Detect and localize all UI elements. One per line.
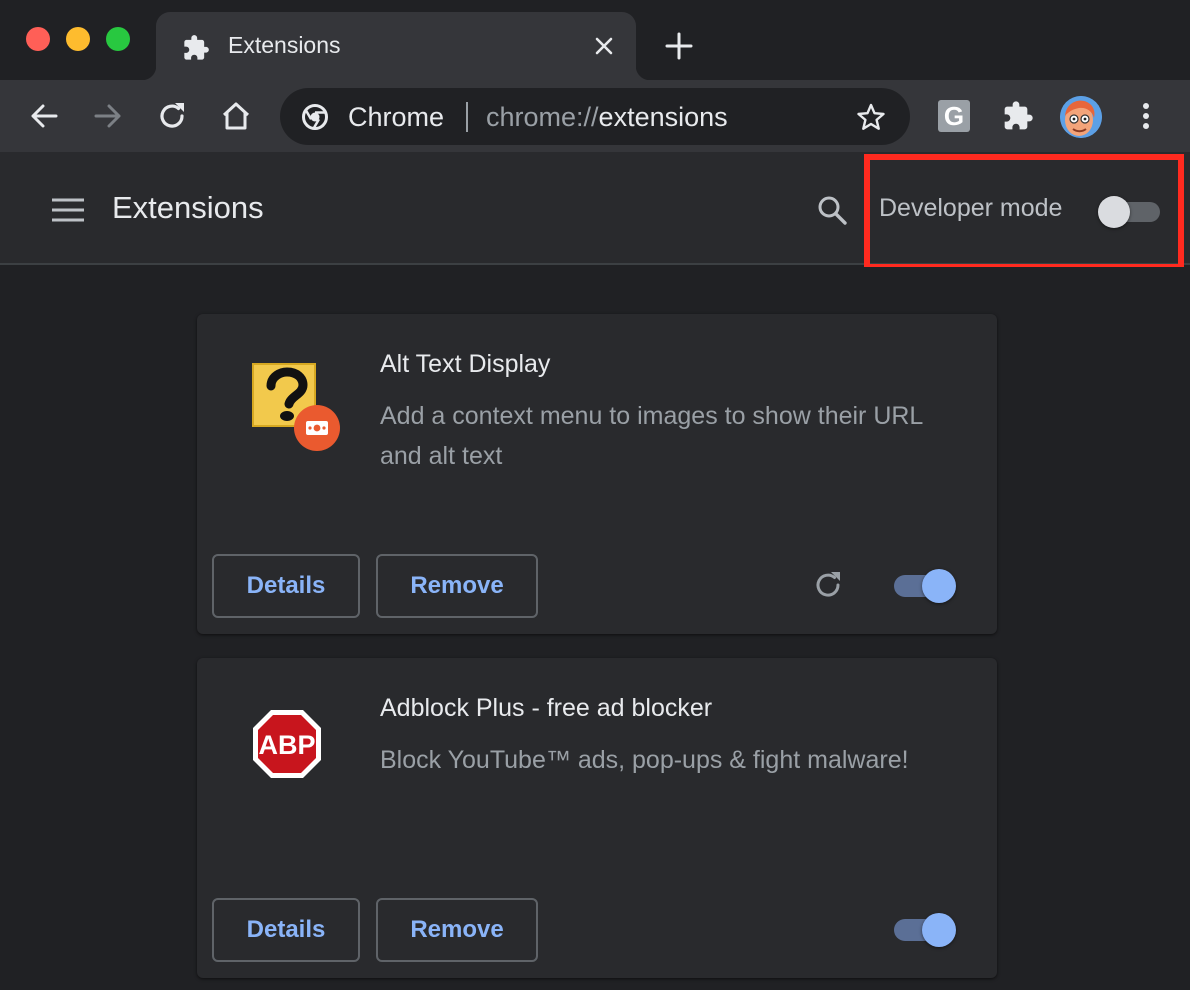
browser-toolbar: Chrome chrome://extensions G <box>0 80 1190 152</box>
search-icon[interactable] <box>816 194 848 226</box>
question-mark-image-icon <box>252 363 340 451</box>
tab-extensions[interactable]: Extensions <box>142 12 650 80</box>
remove-button[interactable]: Remove <box>376 554 538 618</box>
forward-icon[interactable] <box>90 98 126 134</box>
url-scheme: chrome:// <box>486 102 599 132</box>
address-bar[interactable]: Chrome chrome://extensions <box>280 88 910 145</box>
extension-enable-toggle[interactable] <box>894 912 958 948</box>
details-button[interactable]: Details <box>212 554 360 618</box>
avatar-cartoon-face-icon <box>1060 96 1102 138</box>
grammarly-letter: G <box>943 101 965 131</box>
toggle-knob <box>922 569 956 603</box>
back-icon[interactable] <box>26 98 62 134</box>
url-text[interactable]: chrome://extensions <box>486 102 728 133</box>
extension-card: ABP Adblock Plus - free ad blocker Block… <box>197 658 997 978</box>
url-host: extensions <box>598 102 728 132</box>
puzzle-icon <box>184 35 209 60</box>
reload-icon[interactable] <box>154 98 190 134</box>
browser-window: Extensions Chrome chrome://extensions G … <box>0 0 1190 990</box>
site-chip-label: Chrome <box>348 102 445 132</box>
omnibox-separator <box>466 102 468 132</box>
abp-stop-sign-icon: ABP <box>253 710 321 778</box>
extensions-list: Alt Text Display Add a context menu to i… <box>0 267 1190 990</box>
new-tab-icon[interactable] <box>664 31 694 61</box>
tab-title: Extensions <box>228 32 341 58</box>
grammarly-extension-icon[interactable]: G <box>938 100 970 132</box>
extension-name: Adblock Plus - free ad blocker <box>380 694 713 722</box>
extension-name: Alt Text Display <box>380 350 551 378</box>
reload-extension-icon[interactable] <box>811 568 845 602</box>
abp-icon-label: ABP <box>258 730 315 760</box>
profile-avatar[interactable] <box>1060 96 1102 138</box>
minimize-window-button[interactable] <box>66 27 90 51</box>
extensions-puzzle-icon[interactable] <box>1002 100 1034 132</box>
extension-enable-toggle[interactable] <box>894 568 958 604</box>
page-title: Extensions <box>112 190 264 225</box>
close-tab-icon[interactable] <box>592 34 616 58</box>
home-icon[interactable] <box>218 98 254 134</box>
close-window-button[interactable] <box>26 27 50 51</box>
developer-mode-highlight <box>864 154 1184 270</box>
extension-description: Block YouTube™ ads, pop-ups & fight malw… <box>380 746 909 774</box>
maximize-window-button[interactable] <box>106 27 130 51</box>
hamburger-menu-icon[interactable] <box>52 198 84 222</box>
extension-description: Add a context menu to images to show the… <box>380 402 923 470</box>
remove-button[interactable]: Remove <box>376 898 538 962</box>
bookmark-star-icon[interactable] <box>856 102 886 132</box>
details-button[interactable]: Details <box>212 898 360 962</box>
chrome-logo-icon <box>302 104 328 130</box>
tab-strip: Extensions <box>0 0 1190 80</box>
extension-card: Alt Text Display Add a context menu to i… <box>197 314 997 634</box>
more-menu-icon[interactable] <box>1134 100 1158 132</box>
toggle-knob <box>922 913 956 947</box>
